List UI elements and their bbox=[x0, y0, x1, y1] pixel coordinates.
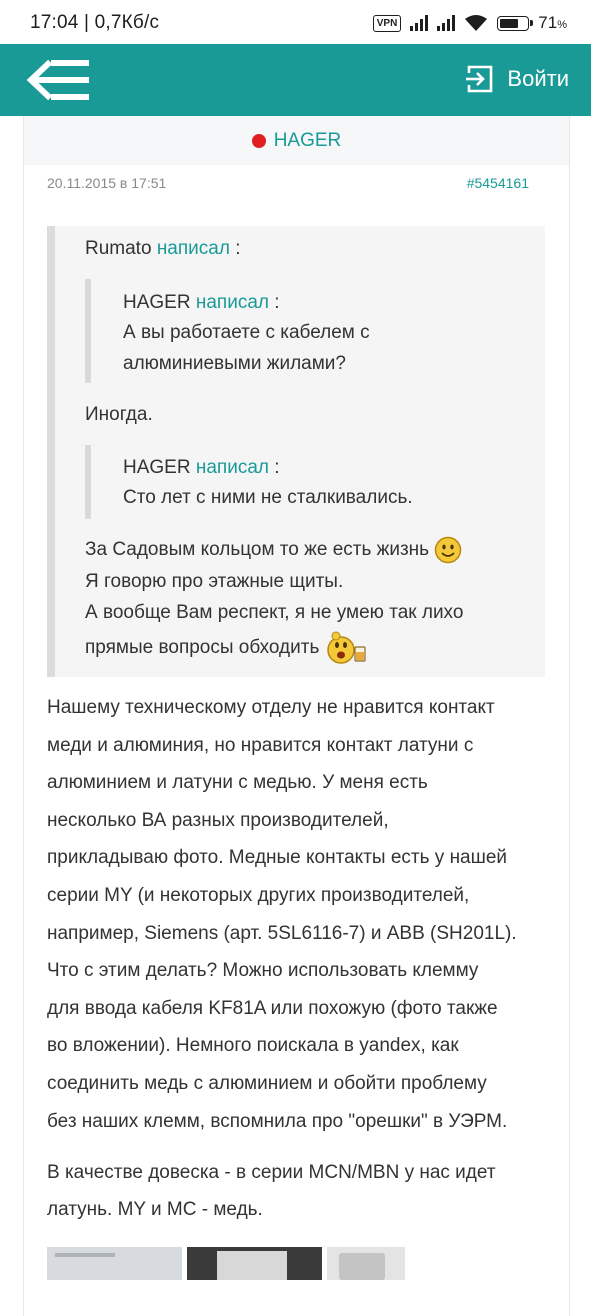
body-text-line: Нашему техническому отделу не нравится к… bbox=[47, 697, 495, 718]
vpn-icon: VPN bbox=[372, 14, 402, 32]
nested-quote-1-text: А вы работаете с кабелем с bbox=[123, 322, 370, 343]
post-number-link[interactable]: #5454161 bbox=[467, 175, 529, 191]
post-author-name: HAGER bbox=[273, 129, 342, 151]
nested-quote-1-text: алюминиевыми жилами? bbox=[123, 353, 346, 374]
post-body-paragraph: Нашему техническому отделу не нравится к… bbox=[47, 697, 557, 1137]
body-text-line: соединить медь с алюминием и обойти проб… bbox=[47, 1073, 487, 1094]
battery-icon bbox=[497, 15, 534, 31]
wifi-icon bbox=[465, 15, 488, 31]
nested-quote-2 bbox=[85, 445, 91, 519]
attachment-thumbnail[interactable] bbox=[47, 1247, 182, 1280]
quote-wrote-label: написал bbox=[156, 238, 230, 259]
quote-block: Rumato написал : HAGER написал : А вы ра… bbox=[47, 226, 545, 677]
body-text-line: для ввода кабеля KF81A или похожую (фото… bbox=[47, 997, 498, 1019]
nested-quote-2-header: HAGER написал : bbox=[123, 457, 280, 478]
quote-header: Rumato написал : bbox=[85, 238, 241, 259]
status-time: 17:04 | 0,7Кб/с bbox=[30, 12, 160, 33]
attachments bbox=[47, 1247, 547, 1280]
body-text-line: серии MY (и некоторых других производите… bbox=[47, 885, 470, 906]
quote-reply-text: Иногда. bbox=[85, 404, 153, 425]
body-text-line: В качестве довеска - в серии MCN/MBN у н… bbox=[47, 1162, 496, 1183]
post-author[interactable]: HAGER bbox=[251, 129, 342, 152]
offline-status-dot bbox=[251, 133, 266, 148]
quote-reply-text: За Садовым кольцом то же есть жизнь bbox=[85, 534, 462, 565]
battery-percent: 71% bbox=[538, 13, 567, 32]
nested-quote-1 bbox=[85, 279, 91, 383]
attachment-thumbnail[interactable] bbox=[327, 1247, 405, 1280]
body-text-line: несколько ВА разных производителей, bbox=[47, 809, 389, 831]
body-text-line: меди и алюминия, но нравится контакт лат… bbox=[47, 734, 474, 756]
signal-icon bbox=[410, 15, 429, 31]
post-date: 20.11.2015 в 17:51 bbox=[47, 175, 167, 191]
back-menu-icon[interactable] bbox=[24, 58, 90, 102]
smile-icon bbox=[435, 536, 462, 564]
body-text-line: прикладываю фото. Медные контакты есть у… bbox=[47, 847, 508, 869]
quote-reply-text: прямые вопросы обходить bbox=[85, 630, 369, 666]
login-icon bbox=[466, 65, 493, 93]
body-text-line: латунь. MY и MC - медь. bbox=[47, 1199, 263, 1220]
login-label: Войти bbox=[507, 66, 569, 91]
nested-quote-2-text: Сто лет с ними не сталкивались. bbox=[123, 487, 413, 508]
body-text-line: без наших клемм, вспомнила про "орешки" … bbox=[47, 1110, 508, 1132]
quote-reply-text: А вообще Вам респект, я не умею так лихо bbox=[85, 602, 464, 623]
post-body-paragraph: В качестве довеска - в серии MCN/MBN у н… bbox=[47, 1162, 557, 1232]
post-author-bar: HAGER bbox=[24, 116, 569, 165]
quote-author[interactable]: Rumato bbox=[85, 238, 152, 259]
beer-smiley-icon bbox=[326, 631, 366, 664]
status-icons: VPN 71% bbox=[372, 10, 567, 36]
status-bar: 17:04 | 0,7Кб/с VPN 71% bbox=[0, 0, 591, 44]
body-text-line: например, Siemens (арт. 5SL6116-7) и ABB… bbox=[47, 922, 517, 944]
login-button[interactable]: Войти bbox=[465, 64, 569, 94]
body-text-line: во вложении). Немного поискала в yandex,… bbox=[47, 1035, 459, 1057]
attachment-thumbnail[interactable] bbox=[187, 1247, 322, 1280]
app-bar: Войти bbox=[0, 44, 591, 116]
signal-icon-2 bbox=[437, 15, 456, 31]
body-text-line: Что с этим делать? Можно использовать кл… bbox=[47, 960, 479, 982]
body-text-line: алюминием и латуни с медью. У меня есть bbox=[47, 772, 428, 794]
quote-reply-text: Я говорю про этажные щиты. bbox=[85, 571, 344, 592]
nested-quote-1-header: HAGER написал : bbox=[123, 292, 280, 313]
